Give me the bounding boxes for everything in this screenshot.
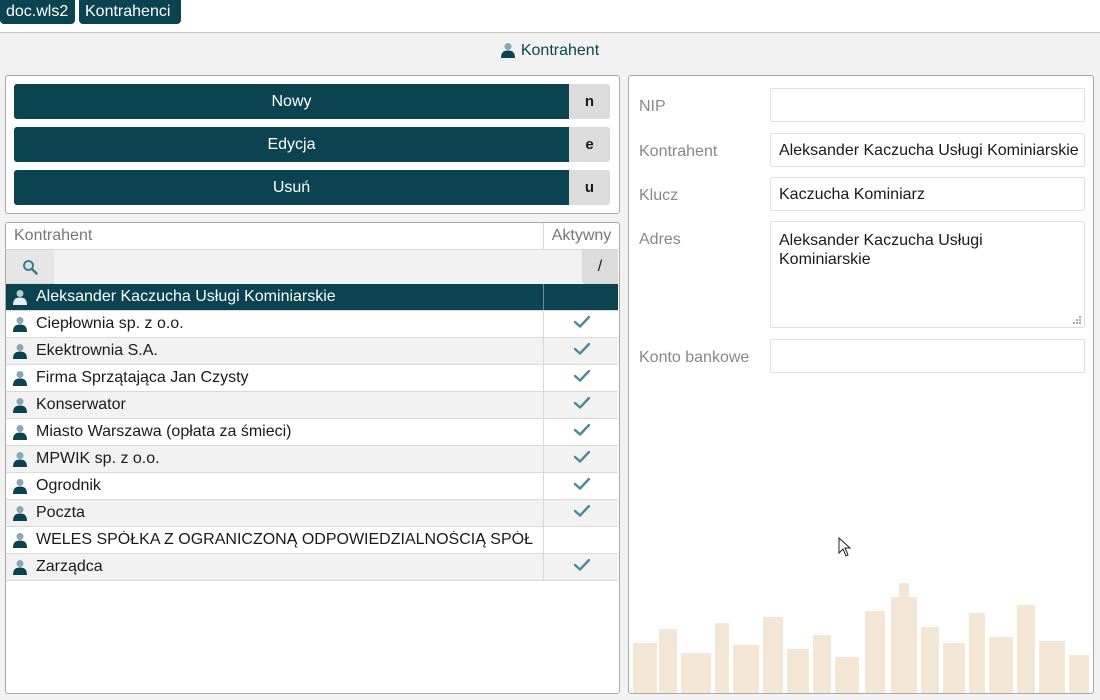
- table-header: Kontrahent Aktywny: [6, 223, 618, 250]
- filter-input[interactable]: [54, 250, 584, 285]
- delete-shortcut-key[interactable]: u: [569, 170, 610, 205]
- breadcrumb-kontrahenci[interactable]: Kontrahenci: [79, 0, 181, 24]
- search-icon: [23, 259, 38, 275]
- check-icon: [573, 342, 590, 360]
- row-name: Konserwator: [36, 396, 126, 413]
- row-name: MPWIK sp. z o.o.: [36, 450, 160, 467]
- nip-row: NIP: [639, 88, 1085, 122]
- table-row[interactable]: Konserwator: [6, 392, 618, 419]
- row-name: Ekektrownia S.A.: [36, 342, 158, 359]
- person-icon: [13, 424, 27, 445]
- search-button[interactable]: [6, 250, 54, 283]
- adres-label: Adres: [639, 231, 681, 248]
- contractor-list: Aleksander Kaczucha Usługi Kominiarskie C…: [6, 284, 618, 581]
- check-icon: [573, 450, 590, 468]
- row-active-cell: [543, 311, 619, 337]
- klucz-field[interactable]: Kaczucha Kominiarz: [770, 177, 1085, 211]
- table-row[interactable]: WELES SPÓŁKA Z OGRANICZONĄ ODPOWIEDZIALN…: [6, 527, 618, 554]
- row-active-cell: [543, 527, 619, 553]
- table-row[interactable]: Ciepłownia sp. z o.o.: [6, 311, 618, 338]
- person-icon: [13, 478, 27, 499]
- person-icon: [13, 370, 27, 391]
- contractor-list-panel: Kontrahent Aktywny / Aleksander Kaczucha…: [5, 222, 620, 694]
- page-title-text: Kontrahent: [520, 42, 600, 59]
- person-icon: [13, 316, 27, 337]
- kontrahent-field[interactable]: Aleksander Kaczucha Usługi Kominiarskie: [770, 133, 1085, 167]
- new-button[interactable]: Nowy: [14, 84, 569, 119]
- top-bar: doc.wls2 Kontrahenci: [0, 0, 1100, 33]
- konto-label: Konto bankowe: [639, 349, 750, 366]
- city-skyline-watermark: [633, 583, 1089, 693]
- table-row[interactable]: Zarządca: [6, 554, 618, 581]
- adres-row: Adres Aleksander Kaczucha Usługi Kominia…: [639, 221, 1085, 328]
- row-active-cell: [543, 392, 619, 418]
- row-name: Zarządca: [36, 558, 103, 575]
- resize-grip-icon[interactable]: [1073, 316, 1081, 324]
- check-icon: [573, 477, 590, 495]
- row-name: WELES SPÓŁKA Z OGRANICZONĄ ODPOWIEDZIALN…: [36, 531, 533, 548]
- kontrahent-row: Kontrahent Aleksander Kaczucha Usługi Ko…: [639, 133, 1085, 167]
- person-icon: [13, 451, 27, 472]
- row-name: Ciepłownia sp. z o.o.: [36, 315, 184, 332]
- person-icon: [500, 42, 515, 65]
- kontrahent-label: Kontrahent: [639, 143, 718, 160]
- table-row[interactable]: MPWIK sp. z o.o.: [6, 446, 618, 473]
- nip-field[interactable]: [770, 88, 1085, 122]
- table-row[interactable]: Ekektrownia S.A.: [6, 338, 618, 365]
- adres-text: Aleksander Kaczucha Usługi Kominiarskie: [779, 232, 983, 268]
- person-icon: [13, 397, 27, 418]
- person-icon: [13, 532, 27, 553]
- check-icon: [573, 558, 590, 576]
- table-row[interactable]: Miasto Warszawa (opłata za śmieci): [6, 419, 618, 446]
- person-icon: [13, 559, 27, 580]
- details-panel: NIP Kontrahent Aleksander Kaczucha Usług…: [628, 75, 1094, 694]
- breadcrumb-app[interactable]: doc.wls2: [0, 0, 75, 24]
- new-action: Nowy n: [14, 84, 610, 119]
- row-active-cell: [543, 284, 619, 310]
- row-active-cell: [543, 338, 619, 364]
- new-shortcut-key[interactable]: n: [569, 84, 610, 119]
- mouse-cursor-icon: [838, 537, 852, 557]
- delete-action: Usuń u: [14, 170, 610, 205]
- konto-row: Konto bankowe: [639, 339, 1085, 373]
- row-name: Aleksander Kaczucha Usługi Kominiarskie: [36, 288, 336, 305]
- table-row[interactable]: Firma Sprzątająca Jan Czysty: [6, 365, 618, 392]
- check-icon: [573, 369, 590, 387]
- edit-action: Edycja e: [14, 127, 610, 162]
- row-active-cell: [543, 419, 619, 445]
- table-row[interactable]: Poczta: [6, 500, 618, 527]
- check-icon: [573, 396, 590, 414]
- column-header-aktywny[interactable]: Aktywny: [543, 223, 619, 249]
- row-name: Miasto Warszawa (opłata za śmieci): [36, 423, 292, 440]
- check-icon: [573, 423, 590, 441]
- row-active-cell: [543, 500, 619, 526]
- column-header-kontrahent[interactable]: Kontrahent: [14, 227, 92, 245]
- row-active-cell: [543, 554, 619, 580]
- adres-field[interactable]: Aleksander Kaczucha Usługi Kominiarskie: [770, 221, 1085, 328]
- person-icon: [13, 289, 27, 310]
- table-row[interactable]: Ogrodnik: [6, 473, 618, 500]
- klucz-row: Klucz Kaczucha Kominiarz: [639, 177, 1085, 211]
- filter-bar: /: [6, 250, 618, 285]
- person-icon: [13, 343, 27, 364]
- klucz-label: Klucz: [639, 187, 679, 204]
- edit-button[interactable]: Edycja: [14, 127, 569, 162]
- check-icon: [573, 315, 590, 333]
- check-icon: [573, 504, 590, 522]
- actions-panel: Nowy n Edycja e Usuń u: [5, 75, 620, 214]
- person-icon: [13, 505, 27, 526]
- table-row[interactable]: Aleksander Kaczucha Usługi Kominiarskie: [6, 284, 618, 311]
- edit-shortcut-key[interactable]: e: [569, 127, 610, 162]
- konto-field[interactable]: [770, 339, 1085, 373]
- row-active-cell: [543, 365, 619, 391]
- row-active-cell: [543, 446, 619, 472]
- delete-button[interactable]: Usuń: [14, 170, 569, 205]
- filter-active-toggle[interactable]: /: [582, 250, 618, 283]
- nip-label: NIP: [639, 98, 666, 115]
- row-name: Poczta: [36, 504, 85, 521]
- row-name: Ogrodnik: [36, 477, 101, 494]
- page-title: Kontrahent: [0, 40, 1100, 62]
- row-name: Firma Sprzątająca Jan Czysty: [36, 369, 249, 386]
- row-active-cell: [543, 473, 619, 499]
